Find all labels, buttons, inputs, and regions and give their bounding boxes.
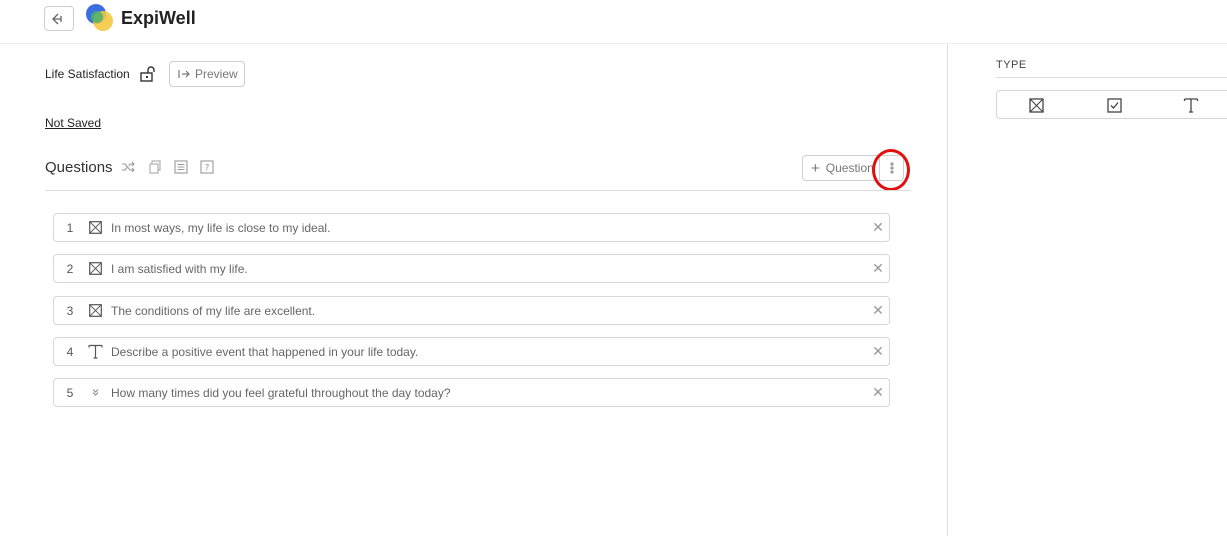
delete-question-icon[interactable]: ✕ [867, 219, 889, 236]
copy-icon[interactable] [148, 160, 162, 174]
delete-question-icon[interactable]: ✕ [867, 302, 889, 319]
question-row[interactable]: 3 The conditions of my life are excellent… [53, 296, 890, 325]
preview-button[interactable]: Preview [169, 61, 245, 87]
unlock-icon[interactable] [139, 65, 157, 83]
multiple-choice-icon [1028, 97, 1044, 113]
save-status-link[interactable]: Not Saved [45, 116, 101, 130]
panel-divider [947, 44, 948, 536]
question-type-indicator [84, 344, 106, 360]
question-row[interactable]: 2 I am satisfied with my life. ✕ [53, 254, 890, 283]
multiple-choice-icon [88, 304, 102, 317]
expiwell-logo-icon [86, 4, 113, 31]
question-number: 2 [66, 261, 74, 276]
help-icon[interactable]: ? [200, 160, 214, 174]
preview-label: Preview [195, 67, 238, 81]
question-row[interactable]: 4 Describe a positive event that happened… [53, 337, 890, 366]
type-panel-label: TYPE [996, 59, 1027, 71]
question-number: 1 [66, 220, 74, 235]
question-type-indicator [84, 261, 106, 277]
question-text: In most ways, my life is close to my ide… [111, 220, 331, 235]
question-type-indicator [84, 385, 106, 401]
type-option-multiple-choice[interactable] [1027, 97, 1045, 113]
text-type-icon [1183, 98, 1199, 113]
add-question-label: Question [825, 161, 874, 175]
questions-heading: Questions [45, 159, 113, 176]
question-row[interactable]: 1 In most ways, my life is close to my id… [53, 213, 890, 242]
text-type-icon [87, 344, 103, 359]
type-option-text[interactable] [1182, 97, 1200, 113]
type-option-checkbox[interactable] [1105, 97, 1123, 113]
plus-icon: + [811, 159, 820, 177]
multiple-choice-icon [88, 221, 102, 234]
shuffle-icon[interactable] [121, 160, 135, 174]
delete-question-icon[interactable]: ✕ [867, 384, 889, 401]
delete-question-icon[interactable]: ✕ [867, 260, 889, 277]
type-selector [996, 90, 1227, 119]
question-text: Describe a positive event that happened … [111, 344, 419, 359]
type-panel-divider [996, 77, 1227, 78]
question-text: The conditions of my life are excellent. [111, 303, 316, 318]
question-number: 5 [66, 385, 74, 400]
question-row[interactable]: 5 How many times did you feel grateful th… [53, 378, 890, 407]
delete-question-icon[interactable]: ✕ [867, 343, 889, 360]
question-number: 4 [66, 344, 74, 359]
survey-title: Life Satisfaction [45, 67, 130, 81]
add-question-button[interactable]: + Question [802, 155, 880, 181]
section-divider [45, 190, 910, 191]
question-text: How many times did you feel grateful thr… [111, 385, 451, 400]
svg-text:?: ? [205, 164, 210, 174]
checkbox-icon [1106, 97, 1122, 113]
chevron-double-down-icon [92, 389, 98, 396]
question-type-indicator [84, 220, 106, 236]
question-number: 3 [66, 303, 74, 318]
preview-icon [178, 70, 190, 78]
back-button[interactable] [44, 6, 74, 31]
brand-name: ExpiWell [121, 8, 196, 28]
question-text: I am satisfied with my life. [111, 261, 248, 276]
list-icon[interactable] [174, 160, 188, 174]
back-arrow-icon [52, 13, 62, 24]
question-type-indicator [84, 303, 106, 319]
highlight-annotation-circle [872, 149, 910, 191]
multiple-choice-icon [88, 262, 102, 275]
top-bar: ExpiWell [0, 0, 1227, 44]
